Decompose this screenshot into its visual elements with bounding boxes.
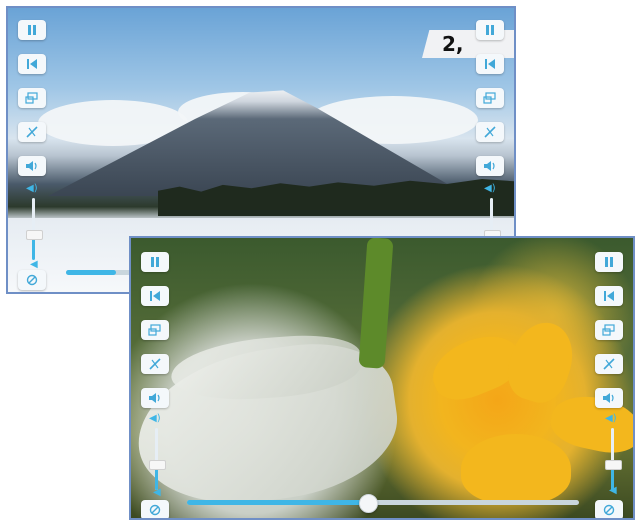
effect-button[interactable]	[595, 354, 623, 374]
speaker-icon	[484, 161, 495, 171]
skip-back-button[interactable]	[18, 54, 46, 74]
speaker-icon	[603, 393, 614, 403]
seek-bar[interactable]	[187, 494, 579, 513]
volume-high-icon: ◀)	[149, 413, 161, 424]
volume-slider[interactable]	[605, 428, 622, 490]
volume-button[interactable]	[18, 156, 46, 176]
volume-slider[interactable]	[149, 428, 166, 490]
screen-mode-icon	[602, 324, 615, 336]
screen-mode-icon	[148, 324, 161, 336]
pause-icon	[486, 25, 494, 35]
video-player-butterfly[interactable]: ◀) ◀ ◀) ◀	[129, 236, 635, 520]
skip-back-button[interactable]	[476, 54, 504, 74]
plant-stem	[358, 238, 394, 369]
volume-slider[interactable]	[26, 198, 43, 260]
volume-thumb[interactable]	[149, 460, 166, 471]
effect-icon	[26, 126, 38, 138]
volume-button[interactable]	[476, 156, 504, 176]
pause-button[interactable]	[141, 252, 169, 272]
rotate-icon	[603, 504, 615, 516]
flower-petal	[500, 314, 582, 410]
volume-button[interactable]	[595, 388, 623, 408]
skip-back-icon	[150, 291, 160, 301]
volume-thumb[interactable]	[26, 230, 43, 241]
pause-icon	[151, 257, 159, 267]
volume-high-icon: ◀)	[605, 413, 617, 424]
speaker-icon	[149, 393, 160, 403]
volume-low-icon: ◀	[30, 259, 38, 270]
rotate-button[interactable]	[595, 500, 623, 518]
seek-fill	[187, 500, 368, 505]
skip-back-icon	[27, 59, 37, 69]
pause-button[interactable]	[595, 252, 623, 272]
volume-high-icon: ◀)	[26, 183, 38, 194]
screen-mode-icon	[25, 92, 38, 104]
effect-button[interactable]	[141, 354, 169, 374]
effect-button[interactable]	[476, 122, 504, 142]
effect-icon	[603, 358, 615, 370]
volume-button[interactable]	[141, 388, 169, 408]
volume-high-icon: ◀)	[484, 183, 496, 194]
counter-text: 2,	[442, 32, 464, 56]
skip-back-button[interactable]	[595, 286, 623, 306]
seek-thumb[interactable]	[359, 494, 379, 513]
flower-petal	[461, 434, 571, 504]
seek-fill	[66, 270, 117, 275]
skip-back-icon	[485, 59, 495, 69]
volume-low-icon: ◀	[609, 485, 617, 496]
effect-icon	[484, 126, 496, 138]
pause-icon	[28, 25, 36, 35]
effect-icon	[149, 358, 161, 370]
screen-mode-button[interactable]	[476, 88, 504, 108]
rotate-icon	[26, 274, 38, 286]
screen-mode-icon	[483, 92, 496, 104]
volume-low-icon: ◀	[153, 487, 161, 498]
speaker-icon	[26, 161, 37, 171]
rotate-icon	[149, 504, 161, 516]
skip-back-icon	[604, 291, 614, 301]
screen-mode-button[interactable]	[595, 320, 623, 340]
screen-mode-button[interactable]	[18, 88, 46, 108]
effect-button[interactable]	[18, 122, 46, 142]
pause-button[interactable]	[476, 20, 504, 40]
pause-button[interactable]	[18, 20, 46, 40]
volume-thumb[interactable]	[605, 460, 622, 471]
pause-icon	[605, 257, 613, 267]
rotate-button[interactable]	[141, 500, 169, 518]
screen-mode-button[interactable]	[141, 320, 169, 340]
skip-back-button[interactable]	[141, 286, 169, 306]
rotate-button[interactable]	[18, 270, 46, 290]
